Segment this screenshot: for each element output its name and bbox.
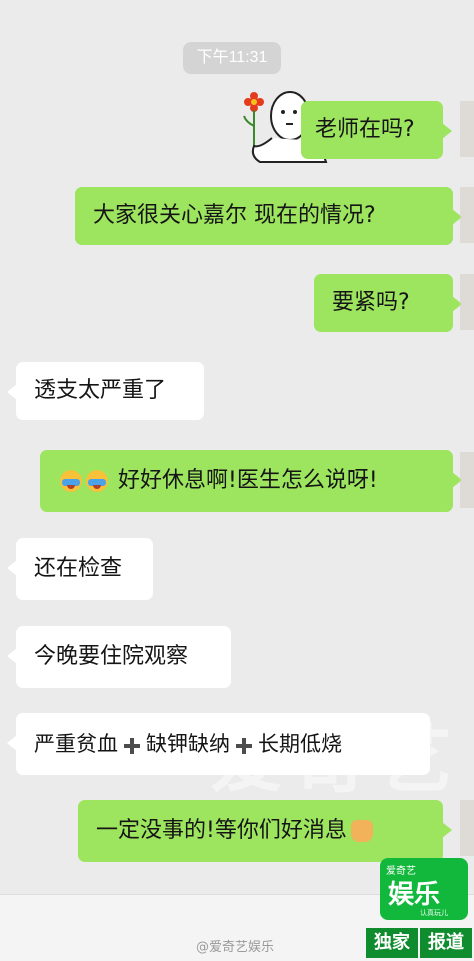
message-bubble-outgoing[interactable]: 要紧吗? xyxy=(314,274,462,332)
fist-icon xyxy=(350,820,373,842)
iqiyi-entertainment-logo: 爱奇艺 娱乐 认真玩儿 独家 报道 xyxy=(366,858,472,960)
message-text: 好好休息啊!医生怎么说呀! xyxy=(118,468,378,493)
message-text: 要紧吗? xyxy=(332,290,410,315)
crying-face-icon xyxy=(86,470,108,492)
avatar-self[interactable] xyxy=(460,800,474,856)
message-bubble-outgoing[interactable]: 一定没事的!等你们好消息 xyxy=(78,800,452,862)
message-bubble-incoming[interactable]: 透支太严重了 xyxy=(7,362,204,420)
message-bubble-incoming[interactable]: 严重贫血 缺钾缺纳 长期低烧 xyxy=(7,713,430,775)
message-text-part: 缺钾缺纳 xyxy=(146,732,230,756)
message-bubble-incoming[interactable]: 今晚要住院观察 xyxy=(7,626,231,688)
message-text: 今晚要住院观察 xyxy=(34,644,189,669)
plus-icon xyxy=(236,738,252,754)
message-text: 还在检查 xyxy=(34,556,123,581)
chat-timestamp: 下午11:31 xyxy=(183,42,281,74)
logo-sub-text: 认真玩儿 xyxy=(420,910,448,917)
message-bubble-outgoing[interactable]: 老师在吗? xyxy=(301,101,452,159)
logo-badge: 爱奇艺 娱乐 认真玩儿 xyxy=(380,858,468,920)
message-text-part: 长期低烧 xyxy=(258,732,342,756)
avatar-self[interactable] xyxy=(460,452,474,508)
crying-face-icon xyxy=(60,470,82,492)
message-bubble-outgoing[interactable]: 好好休息啊!医生怎么说呀! xyxy=(40,450,462,512)
avatar-self[interactable] xyxy=(460,101,474,157)
exclusive-tag: 独家 xyxy=(366,928,418,958)
message-bubble-incoming[interactable]: 还在检查 xyxy=(7,538,153,600)
avatar-self[interactable] xyxy=(460,187,474,243)
weibo-handle: @爱奇艺娱乐 xyxy=(196,940,275,955)
message-bubble-outgoing[interactable]: 大家很关心嘉尔 现在的情况? xyxy=(75,187,462,245)
message-text: 一定没事的!等你们好消息 xyxy=(96,818,347,843)
message-text: 老师在吗? xyxy=(315,117,415,142)
message-text-part: 严重贫血 xyxy=(34,732,118,756)
message-text: 大家很关心嘉尔 现在的情况? xyxy=(93,203,376,228)
plus-icon xyxy=(124,738,140,754)
avatar-self[interactable] xyxy=(460,274,474,330)
report-tag: 报道 xyxy=(420,928,472,958)
message-text: 透支太严重了 xyxy=(34,378,167,403)
logo-main-text: 娱乐 xyxy=(388,879,441,909)
